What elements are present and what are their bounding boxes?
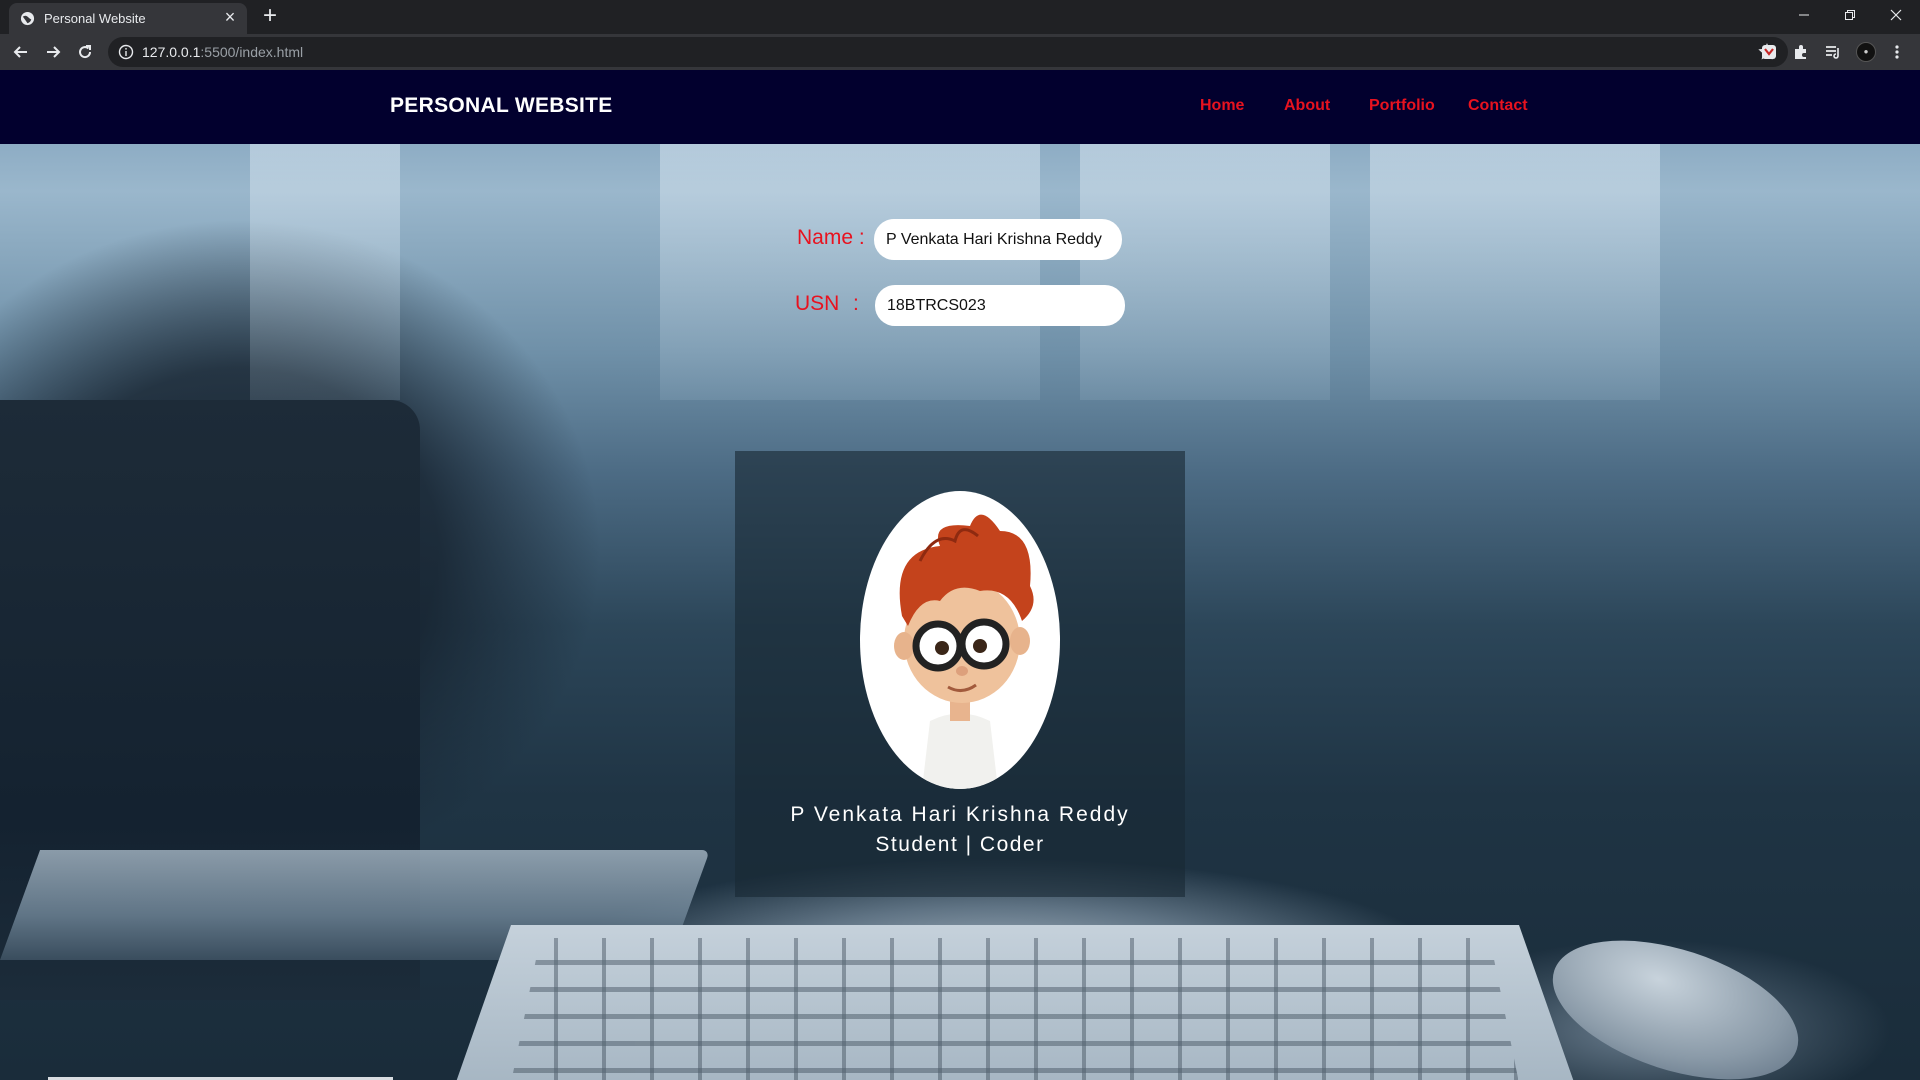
name-label: Name : [797,226,865,249]
extension-icon[interactable] [1759,42,1779,62]
globe-icon [20,11,35,26]
name-input[interactable] [874,219,1122,260]
site-navbar: PERSONAL WEBSITE Home About Portfolio Co… [0,70,1920,144]
window-close-icon[interactable] [1873,0,1919,30]
card-role: Student | Coder [875,833,1045,856]
restore-icon[interactable] [1827,0,1873,30]
usn-input[interactable] [875,285,1125,326]
minimize-icon[interactable] [1781,0,1827,30]
nav-portfolio-link[interactable]: Portfolio [1369,97,1435,115]
background-keyboard-keys [510,938,1520,1080]
profile-card: P Venkata Hari Krishna Reddy Student | C… [735,451,1185,897]
tab-strip: Personal Website × + [0,0,1920,34]
page-viewport: PERSONAL WEBSITE Home About Portfolio Co… [0,70,1920,1080]
address-bar[interactable]: 127.0.0.1:5500/index.html [108,37,1788,67]
browser-toolbar: 127.0.0.1:5500/index.html [0,34,1920,70]
back-arrow-icon[interactable] [9,40,33,64]
forward-arrow-icon[interactable] [41,40,65,64]
info-icon[interactable] [118,44,134,60]
close-icon[interactable]: × [221,8,239,26]
tab-personal-website[interactable]: Personal Website × [9,3,247,34]
nav-home-link[interactable]: Home [1200,97,1244,115]
site-brand[interactable]: PERSONAL WEBSITE [390,94,613,118]
tab-title: Personal Website [44,11,146,26]
puzzle-icon[interactable] [1791,42,1811,62]
reload-icon[interactable] [73,40,97,64]
profile-avatar[interactable]: ● [1856,42,1876,62]
url-text: 127.0.0.1:5500/index.html [142,44,304,60]
usn-colon: : [853,292,859,315]
playlist-icon[interactable] [1823,42,1843,62]
kebab-menu-icon[interactable] [1887,42,1907,62]
usn-label: USN [795,292,840,315]
avatar-cartoon-image [860,491,1060,789]
card-name: P Venkata Hari Krishna Reddy [790,803,1130,826]
plus-icon[interactable]: + [258,4,282,29]
nav-contact-link[interactable]: Contact [1468,97,1528,115]
nav-about-link[interactable]: About [1284,97,1330,115]
